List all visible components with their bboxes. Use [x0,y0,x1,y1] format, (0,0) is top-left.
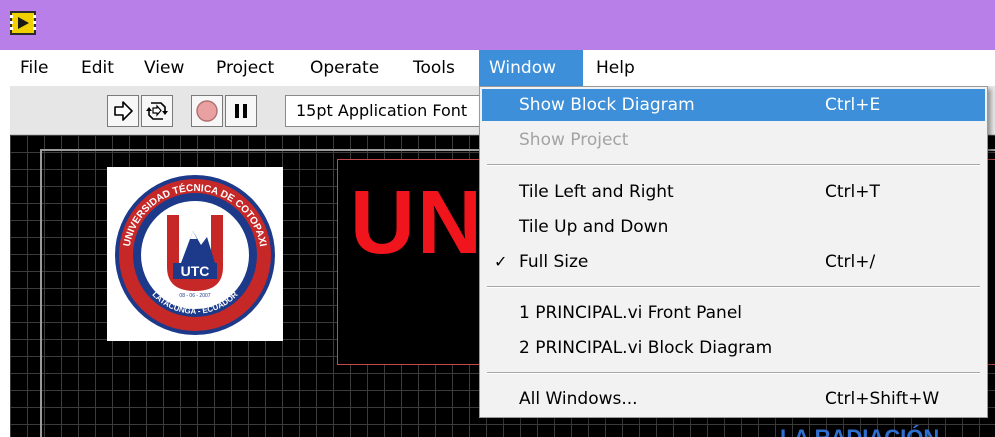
menu-project[interactable]: Project [206,50,284,86]
menu-separator [487,164,980,166]
menu-item-tile-left-right[interactable]: Tile Left and Right Ctrl+T [482,176,985,208]
run-button[interactable] [107,95,139,127]
menu-item-label: Tile Up and Down [519,217,669,237]
subtitle-text: LA RADIACIÓN [780,425,939,437]
menu-item-show-project: Show Project [482,124,985,156]
logo-mark-text: UTC [181,263,210,279]
run-continuously-icon [146,102,168,120]
menu-item-shortcut: Ctrl+/ [825,252,876,272]
menu-item-label: All Windows... [519,389,638,409]
menu-item-shortcut: Ctrl+T [825,182,880,202]
menu-item-block-diagram[interactable]: 2 PRINCIPAL.vi Block Diagram [482,332,985,364]
pause-button[interactable] [225,95,257,127]
menu-item-label: 1 PRINCIPAL.vi Front Panel [519,303,743,323]
menu-item-label: Show Block Diagram [519,95,695,115]
checkmark-icon: ✓ [494,252,508,271]
menu-item-shortcut: Ctrl+Shift+W [825,389,940,409]
menu-separator [487,372,980,374]
menu-item-label: Full Size [519,252,589,272]
menu-item-label: Show Project [519,130,629,150]
menu-separator [487,286,980,288]
menu-bar: File Edit View Project Operate Tools Win… [10,50,995,87]
title-bar [0,0,995,50]
run-continuously-button[interactable] [141,95,173,127]
menu-edit[interactable]: Edit [71,50,124,86]
window-menu-dropdown: Show Block Diagram Ctrl+E Show Project T… [479,86,988,418]
run-arrow-icon [114,101,133,121]
menu-help[interactable]: Help [586,50,645,86]
menu-item-show-block-diagram[interactable]: Show Block Diagram Ctrl+E [482,89,985,121]
university-logo: UNIVERSIDAD TÉCNICA DE COTOPAXI LATACUNG… [107,167,283,341]
font-select[interactable]: 15pt Application Font [285,95,495,127]
pause-icon [235,104,247,118]
abort-stop-icon [196,100,218,122]
menu-view[interactable]: View [134,50,194,86]
menu-window[interactable]: Window [479,50,583,86]
menu-item-shortcut: Ctrl+E [825,95,881,115]
menu-item-label: 2 PRINCIPAL.vi Block Diagram [519,338,773,358]
menu-item-tile-up-down[interactable]: Tile Up and Down [482,211,985,243]
menu-item-label: Tile Left and Right [519,182,674,202]
menu-operate[interactable]: Operate [300,50,389,86]
logo-date-text: 08 - 06 - 2007 [179,293,210,299]
menu-item-full-size[interactable]: ✓ Full Size Ctrl+/ [482,246,985,278]
menu-item-all-windows[interactable]: All Windows... Ctrl+Shift+W [482,383,985,415]
title-text: UN [350,173,484,273]
menu-item-front-panel[interactable]: 1 PRINCIPAL.vi Front Panel [482,297,985,329]
menu-tools[interactable]: Tools [403,50,465,86]
menu-file[interactable]: File [10,50,58,86]
labview-run-icon[interactable] [10,11,36,35]
abort-button[interactable] [191,95,223,127]
